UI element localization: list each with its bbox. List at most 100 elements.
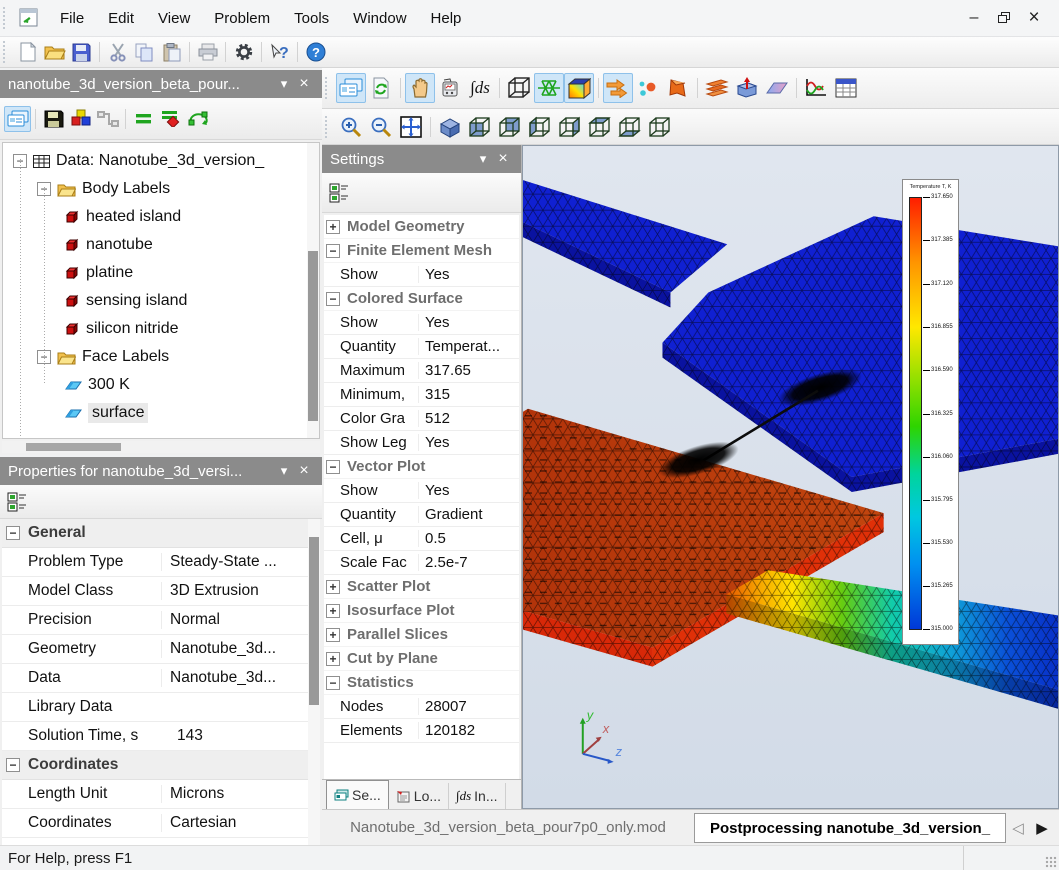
property-row[interactable]: DataNanotube_3d... xyxy=(2,664,320,693)
tab-settings[interactable]: Se... xyxy=(326,780,389,809)
toolbar-gripper[interactable] xyxy=(325,77,331,99)
zoom-extents-button[interactable] xyxy=(396,112,426,142)
settings-group-fem[interactable]: −Finite Element Mesh xyxy=(324,239,519,263)
settings-row[interactable]: Color Gra512 xyxy=(324,407,519,431)
colored-surface-button[interactable] xyxy=(564,73,594,103)
expand-icon[interactable]: + xyxy=(326,220,340,234)
property-row[interactable]: Solution Time, s143 xyxy=(2,722,320,751)
filter-values-button[interactable] xyxy=(157,106,184,132)
cube-view-front-button[interactable] xyxy=(465,112,495,142)
expand-icon[interactable]: + xyxy=(326,628,340,642)
menu-tools[interactable]: Tools xyxy=(282,2,341,35)
tab-scroll-right-icon[interactable]: ▶ xyxy=(1030,819,1054,837)
property-group-coordinates[interactable]: − Coordinates xyxy=(2,751,320,780)
properties-vertical-scrollbar[interactable] xyxy=(308,519,320,845)
parallel-slices-button[interactable] xyxy=(702,73,732,103)
menu-edit[interactable]: Edit xyxy=(96,2,146,35)
tab-integrals[interactable]: ∫ds In... xyxy=(449,783,505,809)
settings-row[interactable]: Elements120182 xyxy=(324,719,519,743)
tab-postprocessing-document[interactable]: Postprocessing nanotube_3d_version_ xyxy=(694,813,1006,843)
settings-group-scatter-plot[interactable]: +Scatter Plot xyxy=(324,575,519,599)
categorize-button[interactable] xyxy=(4,489,31,515)
minimize-button[interactable]: – xyxy=(959,6,989,30)
panel-close-icon[interactable]: × xyxy=(294,75,314,93)
tree-item-body[interactable]: silicon nitride xyxy=(3,315,319,343)
settings-row[interactable]: Nodes28007 xyxy=(324,695,519,719)
resize-grip[interactable] xyxy=(1045,856,1057,868)
settings-group-cut-by-plane[interactable]: +Cut by Plane xyxy=(324,647,519,671)
scrollbar-thumb[interactable] xyxy=(26,443,121,451)
settings-gear-button[interactable] xyxy=(230,39,257,65)
settings-row[interactable]: Show LegYes xyxy=(324,431,519,455)
tree-item-body[interactable]: nanotube xyxy=(3,231,319,259)
help-button[interactable]: ? xyxy=(302,39,329,65)
expand-icon[interactable]: + xyxy=(326,652,340,666)
paste-button[interactable] xyxy=(158,39,185,65)
cube-view-right-button[interactable] xyxy=(555,112,585,142)
restore-button[interactable] xyxy=(989,6,1019,30)
isosurface-button[interactable] xyxy=(663,73,693,103)
solid-view-button[interactable] xyxy=(435,112,465,142)
collapse-icon[interactable]: − xyxy=(326,676,340,690)
collapse-icon[interactable]: − xyxy=(326,244,340,258)
cut-button[interactable] xyxy=(104,39,131,65)
properties-panel-button[interactable] xyxy=(4,106,31,132)
toolbar-gripper[interactable] xyxy=(3,41,9,63)
tab-local-values[interactable]: Lo... xyxy=(389,783,449,809)
cube-view-bottom-button[interactable] xyxy=(615,112,645,142)
property-row[interactable]: GeometryNanotube_3d... xyxy=(2,635,320,664)
tree-item-body[interactable]: heated island xyxy=(3,203,319,231)
settings-row[interactable]: Minimum,315 xyxy=(324,383,519,407)
panel-menu-icon[interactable]: ▾ xyxy=(473,151,493,167)
settings-group-statistics[interactable]: −Statistics xyxy=(324,671,519,695)
menu-view[interactable]: View xyxy=(146,2,202,35)
cut-model-button[interactable] xyxy=(732,73,762,103)
property-row[interactable]: PrecisionNormal xyxy=(2,606,320,635)
settings-group-parallel-slices[interactable]: +Parallel Slices xyxy=(324,623,519,647)
bodies-button[interactable] xyxy=(67,106,94,132)
collapse-icon[interactable]: − xyxy=(326,460,340,474)
menu-file[interactable]: File xyxy=(48,2,96,35)
settings-row[interactable]: Maximum317.65 xyxy=(324,359,519,383)
settings-row[interactable]: ShowYes xyxy=(324,263,519,287)
save-button[interactable] xyxy=(68,39,95,65)
link-button[interactable] xyxy=(94,106,121,132)
settings-group-isosurface-plot[interactable]: +Isosurface Plot xyxy=(324,599,519,623)
xy-plot-button[interactable] xyxy=(801,73,831,103)
app-icon[interactable] xyxy=(18,7,40,29)
cube-view-back-button[interactable] xyxy=(495,112,525,142)
local-values-button[interactable] xyxy=(435,73,465,103)
tree-item-data-root[interactable]: − Data: Nanotube_3d_version_ xyxy=(3,147,319,175)
equals-button[interactable] xyxy=(130,106,157,132)
tree-item-body[interactable]: sensing island xyxy=(3,287,319,315)
copy-button[interactable] xyxy=(131,39,158,65)
menu-problem[interactable]: Problem xyxy=(202,2,282,35)
settings-group-vector-plot[interactable]: −Vector Plot xyxy=(324,455,519,479)
panel-close-icon[interactable]: × xyxy=(493,150,513,168)
settings-row[interactable]: Scale Fac2.5e-7 xyxy=(324,551,519,575)
tree-horizontal-scrollbar[interactable] xyxy=(2,441,320,453)
settings-group-model-geometry[interactable]: +Model Geometry xyxy=(324,215,519,239)
property-row[interactable]: CoordinatesCartesian xyxy=(2,809,320,838)
collapse-icon[interactable]: − xyxy=(6,526,20,540)
panel-menu-icon[interactable]: ▾ xyxy=(274,76,294,92)
integral-button[interactable]: ∫ds xyxy=(465,73,495,103)
menu-window[interactable]: Window xyxy=(341,2,418,35)
menu-help[interactable]: Help xyxy=(419,2,474,35)
tree-item-body[interactable]: platine xyxy=(3,259,319,287)
print-button[interactable] xyxy=(194,39,221,65)
collapse-icon[interactable]: − xyxy=(6,758,20,772)
settings-row[interactable]: Cell, μ0.5 xyxy=(324,527,519,551)
refresh-button[interactable] xyxy=(366,73,396,103)
expand-icon[interactable]: + xyxy=(326,604,340,618)
table-button[interactable] xyxy=(831,73,861,103)
settings-row[interactable]: ShowYes xyxy=(324,479,519,503)
collapse-icon[interactable]: − xyxy=(326,292,340,306)
project-panel-header[interactable]: nanotube_3d_version_beta_pour... ▾ × xyxy=(0,70,322,98)
panel-menu-icon[interactable]: ▾ xyxy=(274,463,294,479)
context-help-button[interactable]: ? xyxy=(266,39,293,65)
tab-model-document[interactable]: Nanotube_3d_version_beta_pour7p0_only.mo… xyxy=(322,819,694,836)
cube-view-left-button[interactable] xyxy=(525,112,555,142)
save-model-button[interactable] xyxy=(40,106,67,132)
vectors-button[interactable] xyxy=(603,73,633,103)
